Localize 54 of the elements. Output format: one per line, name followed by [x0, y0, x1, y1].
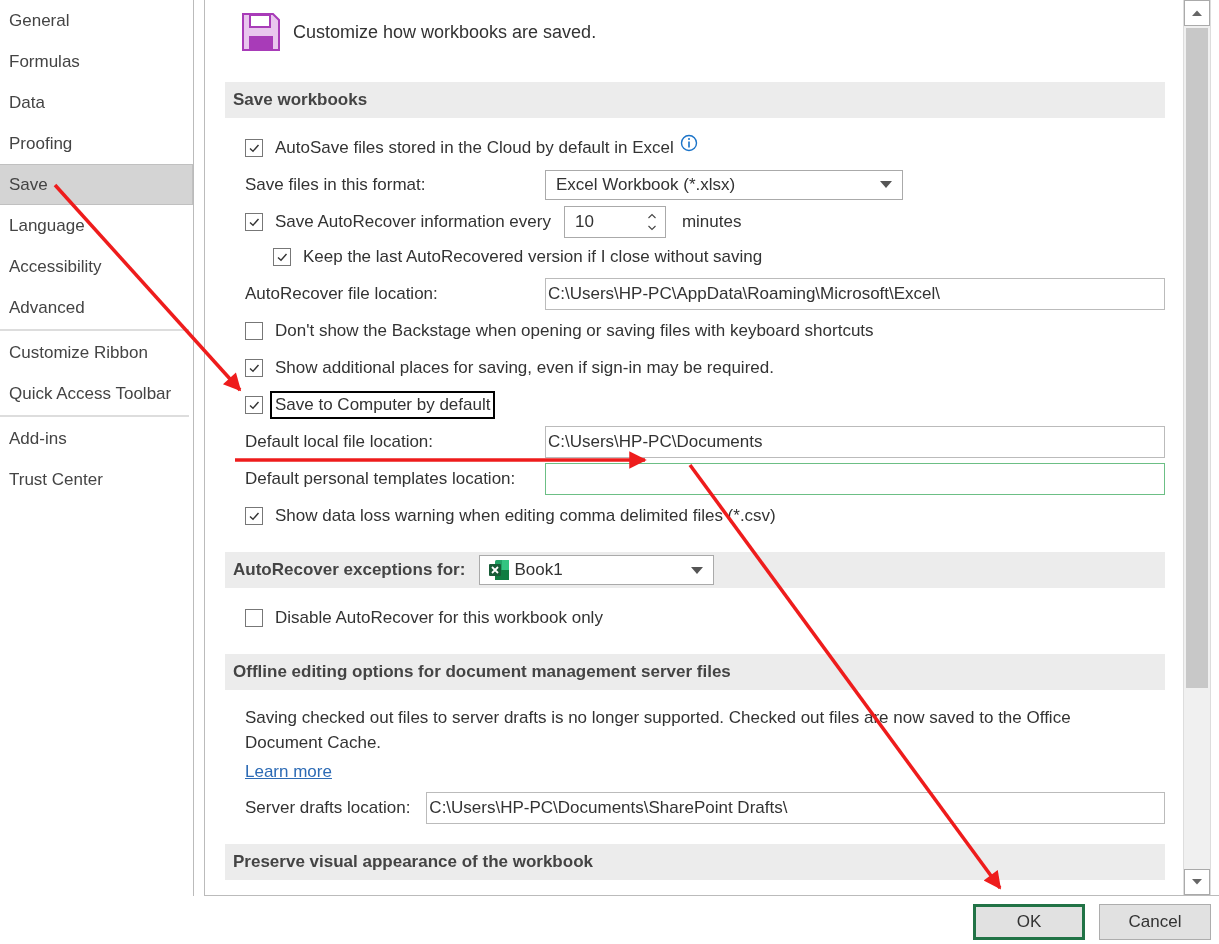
checkbox[interactable] — [245, 138, 263, 157]
sidebar-item[interactable]: Proofing — [0, 123, 193, 164]
checkbox-label: Don't show the Backstage when opening or saving files with keyboard shortcuts — [274, 319, 875, 342]
checkbox[interactable] — [245, 358, 263, 377]
checkbox-label: Save AutoRecover information every — [274, 210, 552, 233]
sidebar-item[interactable]: Save — [0, 164, 193, 205]
field-label: Server drafts location: — [245, 797, 411, 818]
unit-label: minutes — [681, 211, 742, 232]
checkbox[interactable] — [273, 247, 291, 266]
sidebar-item[interactable]: Trust Center — [0, 459, 193, 500]
field-label: Save files in this format: — [245, 174, 427, 195]
sidebar-item[interactable]: Customize Ribbon — [0, 332, 193, 373]
checkbox-label: AutoSave files stored in the Cloud by default in Excel — [274, 136, 675, 159]
section-title: AutoRecover exceptions for: — [233, 560, 466, 580]
sidebar-item[interactable]: Quick Access Toolbar — [0, 373, 193, 414]
workbook-dropdown[interactable]: Book1 — [479, 555, 715, 585]
field-label: Default personal templates location: — [245, 468, 517, 489]
scroll-down-icon[interactable] — [1191, 878, 1203, 886]
minutes-spinner[interactable]: 10 — [563, 205, 666, 238]
path-field[interactable] — [545, 462, 1165, 495]
field-label: Default local file location: — [245, 431, 435, 452]
section-title: Preserve visual appearance of the workbook — [233, 852, 593, 872]
caret-icon — [691, 566, 704, 574]
spreadsheet-icon — [488, 559, 511, 581]
sidebar-item[interactable]: Data — [0, 82, 193, 123]
path-field[interactable]: C:\Users\HP-PC\Documents\SharePoint Drafts\ — [426, 791, 1165, 824]
sidebar-item[interactable]: Language — [0, 205, 193, 246]
learn-more-link[interactable]: Learn more — [245, 762, 332, 782]
sidebar-item[interactable]: Formulas — [0, 41, 193, 82]
section-title: Save workbooks — [233, 90, 368, 110]
path-field[interactable]: C:\Users\HP-PC\Documents — [545, 425, 1165, 458]
sidebar-item[interactable]: Accessibility — [0, 246, 193, 287]
format-dropdown[interactable]: Excel Workbook (*.xlsx) — [545, 169, 903, 200]
dialog-button[interactable]: OK — [973, 904, 1085, 940]
checkbox-label: Disable AutoRecover for this workbook only — [274, 606, 604, 629]
dialog-button[interactable]: Cancel — [1099, 904, 1211, 940]
checkbox-label: Save to Computer by default — [270, 390, 496, 419]
field-label: AutoRecover file location: — [245, 283, 439, 304]
page-heading: Customize how workbooks are saved. — [293, 21, 597, 43]
checkbox[interactable] — [245, 212, 263, 231]
checkbox[interactable] — [245, 608, 263, 627]
sidebar-item[interactable]: Advanced — [0, 287, 193, 328]
caret-icon — [880, 181, 892, 188]
path-field[interactable]: C:\Users\HP-PC\AppData\Roaming\Microsoft\Excel\ — [545, 277, 1165, 310]
sidebar-item[interactable]: General — [0, 0, 193, 41]
scrollbar[interactable] — [1183, 0, 1211, 895]
checkbox[interactable] — [245, 506, 263, 525]
section-title: Offline editing options for document management server files — [233, 662, 731, 682]
checkbox-label: Keep the last AutoRecovered version if I close without saving — [302, 245, 764, 268]
checkbox[interactable] — [245, 395, 263, 414]
checkbox[interactable] — [245, 321, 263, 340]
scroll-up-icon[interactable] — [1191, 9, 1203, 17]
checkbox-label: Show additional places for saving, even if sign-in may be required. — [274, 356, 775, 379]
sidebar-item[interactable]: Add-ins — [0, 418, 193, 459]
